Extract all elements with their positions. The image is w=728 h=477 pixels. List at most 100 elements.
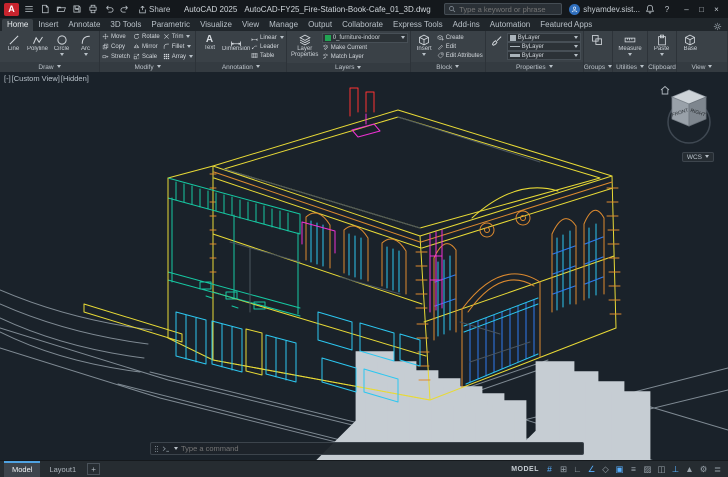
- array-button[interactable]: Array: [163, 52, 194, 61]
- entry-arch[interactable]: [461, 273, 541, 388]
- entry-doors[interactable]: [469, 299, 535, 383]
- stretch-button[interactable]: Stretch: [102, 52, 130, 61]
- application-menu-button[interactable]: A: [4, 2, 19, 16]
- table-button[interactable]: Table: [251, 51, 284, 60]
- panel-title-clipboard[interactable]: Clipboard: [648, 62, 676, 72]
- panel-title-view[interactable]: View: [676, 62, 727, 72]
- grid-display-toggle[interactable]: #: [543, 463, 556, 476]
- redo-button[interactable]: [118, 3, 132, 16]
- space-label[interactable]: MODEL: [511, 466, 539, 473]
- undo-button[interactable]: [102, 3, 116, 16]
- ribbon-options-icon[interactable]: [709, 22, 726, 31]
- panel-title-utilities[interactable]: Utilities: [613, 62, 648, 72]
- match-layer-button[interactable]: Match Layer: [322, 52, 408, 61]
- layout1-tab[interactable]: Layout1: [41, 461, 84, 477]
- model-tab[interactable]: Model: [4, 461, 41, 477]
- ribbon-tab-insert[interactable]: Insert: [33, 19, 63, 31]
- circle-button[interactable]: Circle: [50, 32, 73, 61]
- ribbon-tab-visualize[interactable]: Visualize: [195, 19, 237, 31]
- linetype-dropdown[interactable]: ByLayer: [506, 42, 581, 51]
- ribbon-tab-automation[interactable]: Automation: [485, 19, 535, 31]
- customization-button[interactable]: ≣: [711, 463, 724, 476]
- edit-block-button[interactable]: Edit: [437, 42, 483, 51]
- maximize-button[interactable]: □: [694, 2, 709, 16]
- roof-details[interactable]: [223, 116, 541, 229]
- panel-title-draw[interactable]: Draw: [0, 62, 99, 72]
- linear-dimension-button[interactable]: Linear: [251, 33, 284, 42]
- ribbon-tab-annotate[interactable]: Annotate: [63, 19, 105, 31]
- group-button[interactable]: [586, 32, 609, 61]
- ribbon-tab-home[interactable]: Home: [2, 19, 34, 31]
- drawing-canvas[interactable]: [0, 72, 728, 460]
- ortho-mode-toggle[interactable]: ∟: [571, 463, 584, 476]
- trim-button[interactable]: Trim: [163, 32, 193, 41]
- command-input[interactable]: [181, 444, 580, 453]
- model-space-viewport[interactable]: [-] [Custom View] [Hidden] FRONT RIGHT W…: [0, 72, 728, 460]
- selection-cycling-toggle[interactable]: ◫: [655, 463, 668, 476]
- ribbon-tab-view[interactable]: View: [237, 19, 264, 31]
- ribbon-tab-express-tools[interactable]: Express Tools: [388, 19, 448, 31]
- new-layout-button[interactable]: +: [87, 463, 101, 475]
- polyline-button[interactable]: Polyline: [26, 32, 49, 61]
- right-windows-mullions[interactable]: [434, 236, 604, 307]
- print-button[interactable]: [86, 3, 100, 16]
- close-button[interactable]: ×: [709, 2, 724, 16]
- panel-title-groups[interactable]: Groups: [583, 62, 613, 72]
- panel-title-block[interactable]: Block: [410, 62, 485, 72]
- ribbon-tab-3d-tools[interactable]: 3D Tools: [105, 19, 146, 31]
- base-view-button[interactable]: Base: [679, 32, 702, 61]
- dimension-button[interactable]: Dimension: [222, 32, 250, 61]
- leader-button[interactable]: Leader: [251, 42, 284, 51]
- roof-vent-red[interactable]: [349, 87, 375, 117]
- fillet-button[interactable]: Fillet: [163, 42, 193, 51]
- match-properties-button[interactable]: [488, 32, 506, 61]
- line-button[interactable]: Line: [2, 32, 25, 61]
- share-button[interactable]: Share: [138, 5, 170, 14]
- object-snap-toggle[interactable]: ▣: [613, 463, 626, 476]
- ribbon-tab-manage[interactable]: Manage: [264, 19, 303, 31]
- scale-button[interactable]: Scale: [133, 52, 160, 61]
- command-line[interactable]: [150, 442, 584, 455]
- isometric-drafting-toggle[interactable]: ◇: [599, 463, 612, 476]
- panel-title-modify[interactable]: Modify: [100, 62, 196, 72]
- panel-title-properties[interactable]: Properties: [485, 62, 583, 72]
- new-file-button[interactable]: [38, 3, 52, 16]
- layer-dropdown[interactable]: 0_furniture-indoor: [321, 33, 408, 43]
- lineweight-toggle[interactable]: ≡: [627, 463, 640, 476]
- view-name-control[interactable]: [Custom View]: [12, 74, 60, 83]
- mirror-button[interactable]: Mirror: [133, 42, 160, 51]
- insert-block-button[interactable]: Insert: [413, 32, 436, 61]
- lineweight-dropdown[interactable]: ByLayer: [506, 51, 581, 60]
- ribbon-tab-collaborate[interactable]: Collaborate: [337, 19, 388, 31]
- interior-wireframe[interactable]: [229, 241, 531, 363]
- pergola[interactable]: [167, 177, 301, 317]
- ribbon-tab-output[interactable]: Output: [303, 19, 337, 31]
- minimize-button[interactable]: –: [679, 2, 694, 16]
- paste-button[interactable]: Paste: [650, 32, 673, 61]
- panel-title-annotation[interactable]: Annotation: [196, 62, 286, 72]
- ribbon-tab-featured-apps[interactable]: Featured Apps: [535, 19, 597, 31]
- text-button[interactable]: A Text: [198, 32, 221, 61]
- user-account[interactable]: shyamdev.sist...: [569, 3, 640, 15]
- viewport-toggle-control[interactable]: [-]: [4, 74, 11, 83]
- snap-mode-toggle[interactable]: ⊞: [557, 463, 570, 476]
- roof-outline[interactable]: [212, 109, 613, 237]
- entry-transom[interactable]: [463, 297, 539, 385]
- ribbon-tab-parametric[interactable]: Parametric: [146, 19, 195, 31]
- rotate-button[interactable]: Rotate: [133, 32, 160, 41]
- wcs-dropdown[interactable]: WCS: [681, 152, 714, 162]
- notifications-icon[interactable]: [643, 3, 657, 16]
- grip-icon[interactable]: [154, 445, 159, 453]
- copy-button[interactable]: Copy: [102, 42, 130, 51]
- panel-title-layers[interactable]: Layers: [286, 63, 410, 72]
- save-button[interactable]: [70, 3, 84, 16]
- dynamic-ucs-toggle[interactable]: ⊥: [669, 463, 682, 476]
- edit-attributes-button[interactable]: Edit Attributes: [437, 51, 483, 60]
- viewcube[interactable]: FRONT RIGHT: [658, 82, 720, 148]
- make-current-button[interactable]: Make Current: [322, 43, 408, 52]
- menu-icon[interactable]: [22, 3, 36, 16]
- layer-properties-button[interactable]: Layer Properties: [289, 32, 321, 62]
- annotation-visibility-toggle[interactable]: ▲: [683, 463, 696, 476]
- arc-button[interactable]: Arc: [74, 32, 97, 61]
- search-input[interactable]: [459, 4, 559, 14]
